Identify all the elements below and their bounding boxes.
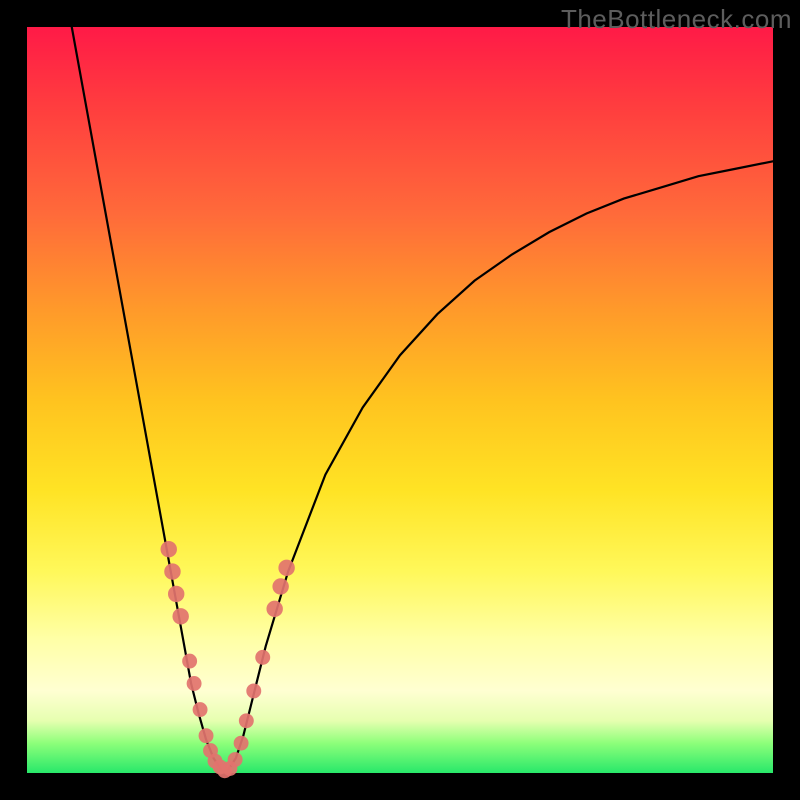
data-marker — [182, 654, 197, 669]
marker-layer — [161, 541, 295, 778]
data-marker — [246, 683, 261, 698]
watermark-text: TheBottleneck.com — [561, 4, 792, 35]
data-marker — [161, 541, 177, 557]
curve-right-curve — [228, 161, 773, 769]
data-marker — [193, 702, 208, 717]
data-marker — [172, 608, 188, 624]
data-marker — [239, 713, 254, 728]
data-marker — [272, 578, 288, 594]
data-marker — [164, 563, 180, 579]
plot-area — [27, 27, 773, 773]
data-marker — [168, 586, 184, 602]
chart-svg — [27, 27, 773, 773]
data-marker — [228, 752, 243, 767]
data-marker — [255, 650, 270, 665]
chart-frame: TheBottleneck.com — [0, 0, 800, 800]
curve-left-curve — [72, 27, 221, 769]
data-marker — [278, 560, 294, 576]
data-marker — [266, 601, 282, 617]
curve-layer — [72, 27, 773, 769]
data-marker — [199, 728, 214, 743]
data-marker — [187, 676, 202, 691]
data-marker — [234, 736, 249, 751]
